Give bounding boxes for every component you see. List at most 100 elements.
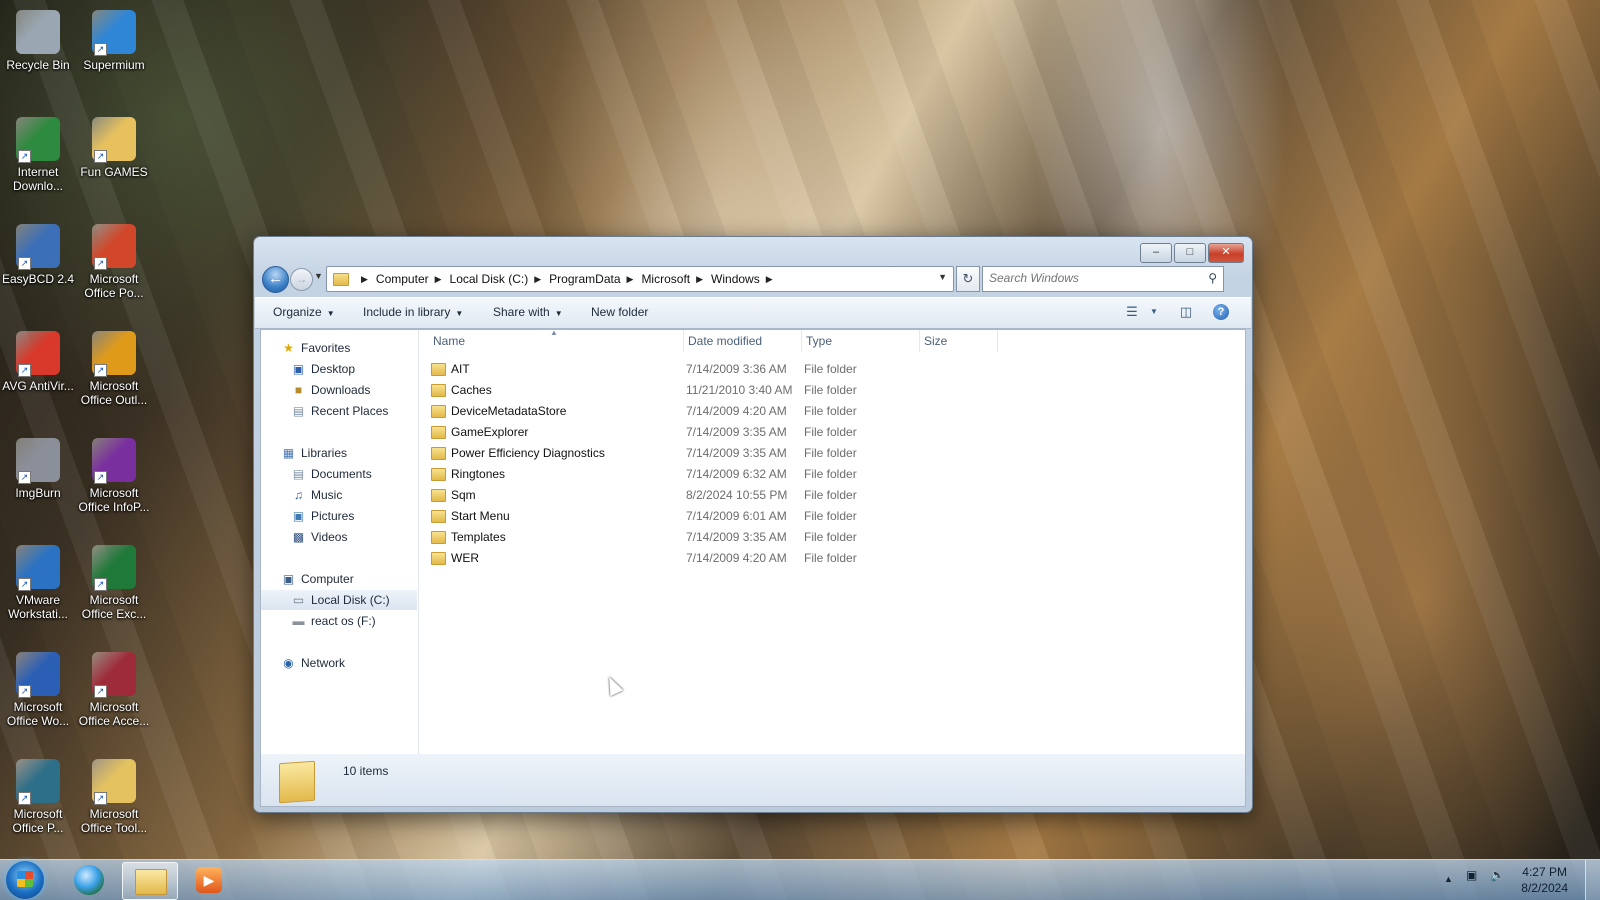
desktop-icon[interactable]: ↗ Microsoft Office Wo... (0, 648, 76, 728)
breadcrumb-computer[interactable]: Computer ▶ (376, 272, 450, 286)
nav-downloads[interactable]: ■ Downloads (261, 380, 417, 400)
breadcrumb-windows[interactable]: Windows ▶ (711, 272, 781, 286)
network-tray-icon[interactable]: ▣ (1466, 868, 1477, 882)
file-row[interactable]: DeviceMetadataStore 7/14/2009 4:20 AM File… (431, 401, 1211, 422)
minimize-button[interactable]: – (1140, 243, 1172, 263)
easybcd-icon: ↗ (16, 224, 60, 270)
recent-pages-dropdown-icon[interactable]: ▼ (314, 271, 323, 281)
vmware-icon: ↗ (16, 545, 60, 591)
desktop-icon[interactable]: ↗ AVG AntiVir... (0, 327, 76, 393)
search-box[interactable]: ⚲ (982, 266, 1224, 292)
close-button[interactable]: ✕ (1208, 243, 1244, 263)
nav-favorites[interactable]: ★ Favorites (261, 338, 417, 358)
desktop-icon[interactable]: Recycle Bin (0, 6, 76, 72)
address-bar[interactable]: ▶ Computer ▶ Local Disk (C:) ▶ ProgramData… (326, 266, 954, 292)
hard-drive-icon: ▭ (292, 593, 305, 607)
desktop-icon-label: AVG AntiVir... (2, 379, 74, 393)
start-button[interactable] (6, 861, 44, 899)
desktop-icon[interactable]: ↗ ImgBurn (0, 434, 76, 500)
column-size[interactable]: Size (924, 334, 947, 348)
column-divider[interactable] (801, 330, 802, 352)
nav-libraries[interactable]: ▦ Libraries (261, 443, 417, 463)
nav-local-disk[interactable]: ▭ Local Disk (C:) (261, 590, 417, 610)
desktop-icon[interactable]: ↗ Fun GAMES (76, 113, 152, 179)
file-row[interactable]: Power Efficiency Diagnostics 7/14/2009 3:… (431, 443, 1211, 464)
column-divider[interactable] (997, 330, 998, 352)
file-row[interactable]: AIT 7/14/2009 3:36 AM File folder (431, 359, 1211, 380)
supermium-browser-icon: ↗ (92, 10, 136, 56)
nav-videos[interactable]: ▩ Videos (261, 527, 417, 547)
clock[interactable]: 4:27 PM 8/2/2024 (1521, 864, 1568, 896)
shortcut-arrow-icon: ↗ (94, 43, 107, 56)
show-hidden-icons-icon[interactable]: ▲ (1444, 874, 1453, 884)
desktop-icon[interactable]: ↗ Microsoft Office Acce... (76, 648, 152, 728)
taskbar-supermium-button[interactable] (62, 862, 116, 898)
maximize-button[interactable]: □ (1174, 243, 1206, 263)
desktop-icon[interactable]: ↗ Microsoft Office P... (0, 755, 76, 835)
folder-icon (431, 468, 446, 481)
nav-pictures[interactable]: ▣ Pictures (261, 506, 417, 526)
navigation-pane: ★ Favorites ▣ Desktop ■ Downloads ▤ Recent P… (261, 330, 419, 754)
taskbar-explorer-button[interactable] (122, 862, 178, 900)
volume-muted-icon[interactable]: 🔈 (1490, 868, 1505, 882)
include-in-library-button[interactable]: Include in library ▼ (363, 305, 463, 319)
word-icon: ↗ (16, 652, 60, 698)
breadcrumb-microsoft[interactable]: Microsoft ▶ (641, 272, 711, 286)
column-type[interactable]: Type (806, 334, 832, 348)
file-name: Ringtones (451, 467, 506, 481)
refresh-button[interactable]: ↻ (956, 266, 980, 292)
preview-pane-icon[interactable]: ◫ (1177, 304, 1195, 320)
explorer-window[interactable]: – □ ✕ ← → ▼ ▶ Computer ▶ Local Disk (C:) ▶… (253, 236, 1253, 813)
desktop-icon[interactable]: ↗ Microsoft Office Exc... (76, 541, 152, 621)
drive-icon: ▬ (292, 614, 305, 628)
desktop-icon-label: Internet Downlo... (12, 165, 64, 193)
view-dropdown-icon[interactable]: ▼ (1145, 307, 1163, 323)
column-date-modified[interactable]: Date modified (688, 334, 762, 348)
powerpoint-icon: ↗ (92, 224, 136, 270)
address-dropdown-icon[interactable]: ▼ (938, 272, 947, 282)
nav-documents[interactable]: ▤ Documents (261, 464, 417, 484)
desktop-icon[interactable]: ↗ EasyBCD 2.4 (0, 220, 76, 286)
nav-music[interactable]: ♫ Music (261, 485, 417, 505)
search-input[interactable] (983, 267, 1195, 289)
downloads-folder-icon: ■ (294, 383, 303, 397)
view-options-icon[interactable]: ☰ (1123, 304, 1141, 320)
file-row[interactable]: GameExplorer 7/14/2009 3:35 AM File folder (431, 422, 1211, 443)
breadcrumb-programdata[interactable]: ProgramData ▶ (549, 272, 641, 286)
nav-computer[interactable]: ▣ Computer (261, 569, 417, 589)
desktop-icon[interactable]: ↗ Microsoft Office Tool... (76, 755, 152, 835)
nav-desktop[interactable]: ▣ Desktop (261, 359, 417, 379)
file-row[interactable]: Caches 11/21/2010 3:40 AM File folder (431, 380, 1211, 401)
nav-network[interactable]: ◉ Network (261, 653, 417, 673)
file-type: File folder (804, 551, 857, 565)
forward-button[interactable]: → (290, 268, 313, 291)
desktop-icon[interactable]: ↗ VMware Workstati... (0, 541, 76, 621)
file-row[interactable]: WER 7/14/2009 4:20 AM File folder (431, 548, 1211, 569)
desktop-icon[interactable]: ↗ Internet Downlo... (0, 113, 76, 193)
navigation-bar: ← → ▼ ▶ Computer ▶ Local Disk (C:) ▶ Progr… (260, 265, 1246, 293)
nav-react-os[interactable]: ▬ react os (F:) (261, 611, 417, 631)
file-row[interactable]: Start Menu 7/14/2009 6:01 AM File folder (431, 506, 1211, 527)
file-row[interactable]: Templates 7/14/2009 3:35 AM File folder (431, 527, 1211, 548)
taskbar-media-player-button[interactable]: ▶ (182, 862, 236, 898)
desktop-icon[interactable]: ↗ Microsoft Office Po... (76, 220, 152, 300)
file-row[interactable]: Sqm 8/2/2024 10:55 PM File folder (431, 485, 1211, 506)
breadcrumb-separator[interactable]: ▶ (355, 274, 376, 285)
desktop-icon[interactable]: ↗ Microsoft Office Outl... (76, 327, 152, 407)
share-with-button[interactable]: Share with ▼ (493, 305, 563, 319)
file-row[interactable]: Ringtones 7/14/2009 6:32 AM File folder (431, 464, 1211, 485)
column-divider[interactable] (683, 330, 684, 352)
search-icon[interactable]: ⚲ (1208, 271, 1217, 285)
column-divider[interactable] (919, 330, 920, 352)
desktop-icon[interactable]: ↗ Supermium (76, 6, 152, 72)
column-name[interactable]: Name (433, 334, 465, 348)
show-desktop-button[interactable] (1585, 860, 1600, 900)
chevron-down-icon: ▼ (554, 309, 563, 318)
new-folder-button[interactable]: New folder (591, 305, 648, 319)
nav-recent-places[interactable]: ▤ Recent Places (261, 401, 417, 421)
back-button[interactable]: ← (262, 266, 289, 293)
help-icon[interactable]: ? (1213, 304, 1229, 320)
organize-button[interactable]: Organize ▼ (273, 305, 335, 319)
desktop-icon[interactable]: ↗ Microsoft Office InfoP... (76, 434, 152, 514)
breadcrumb-local-disk[interactable]: Local Disk (C:) ▶ (450, 272, 550, 286)
